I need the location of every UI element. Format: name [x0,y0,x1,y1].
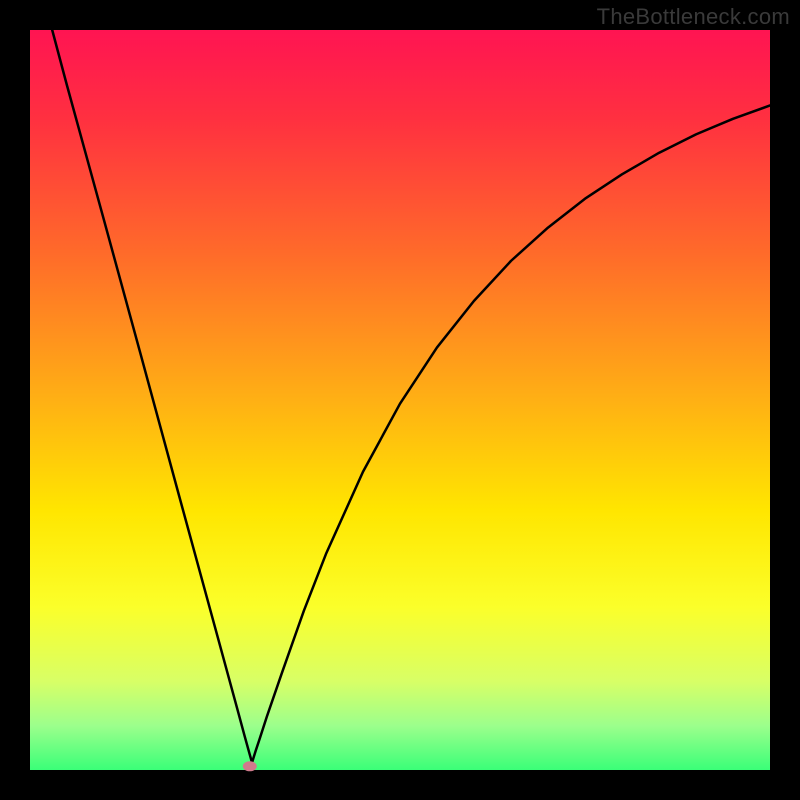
chart-container: TheBottleneck.com [0,0,800,800]
bottleneck-chart [0,0,800,800]
minimum-marker [243,761,257,771]
watermark-label: TheBottleneck.com [597,4,790,30]
plot-area [30,30,770,770]
